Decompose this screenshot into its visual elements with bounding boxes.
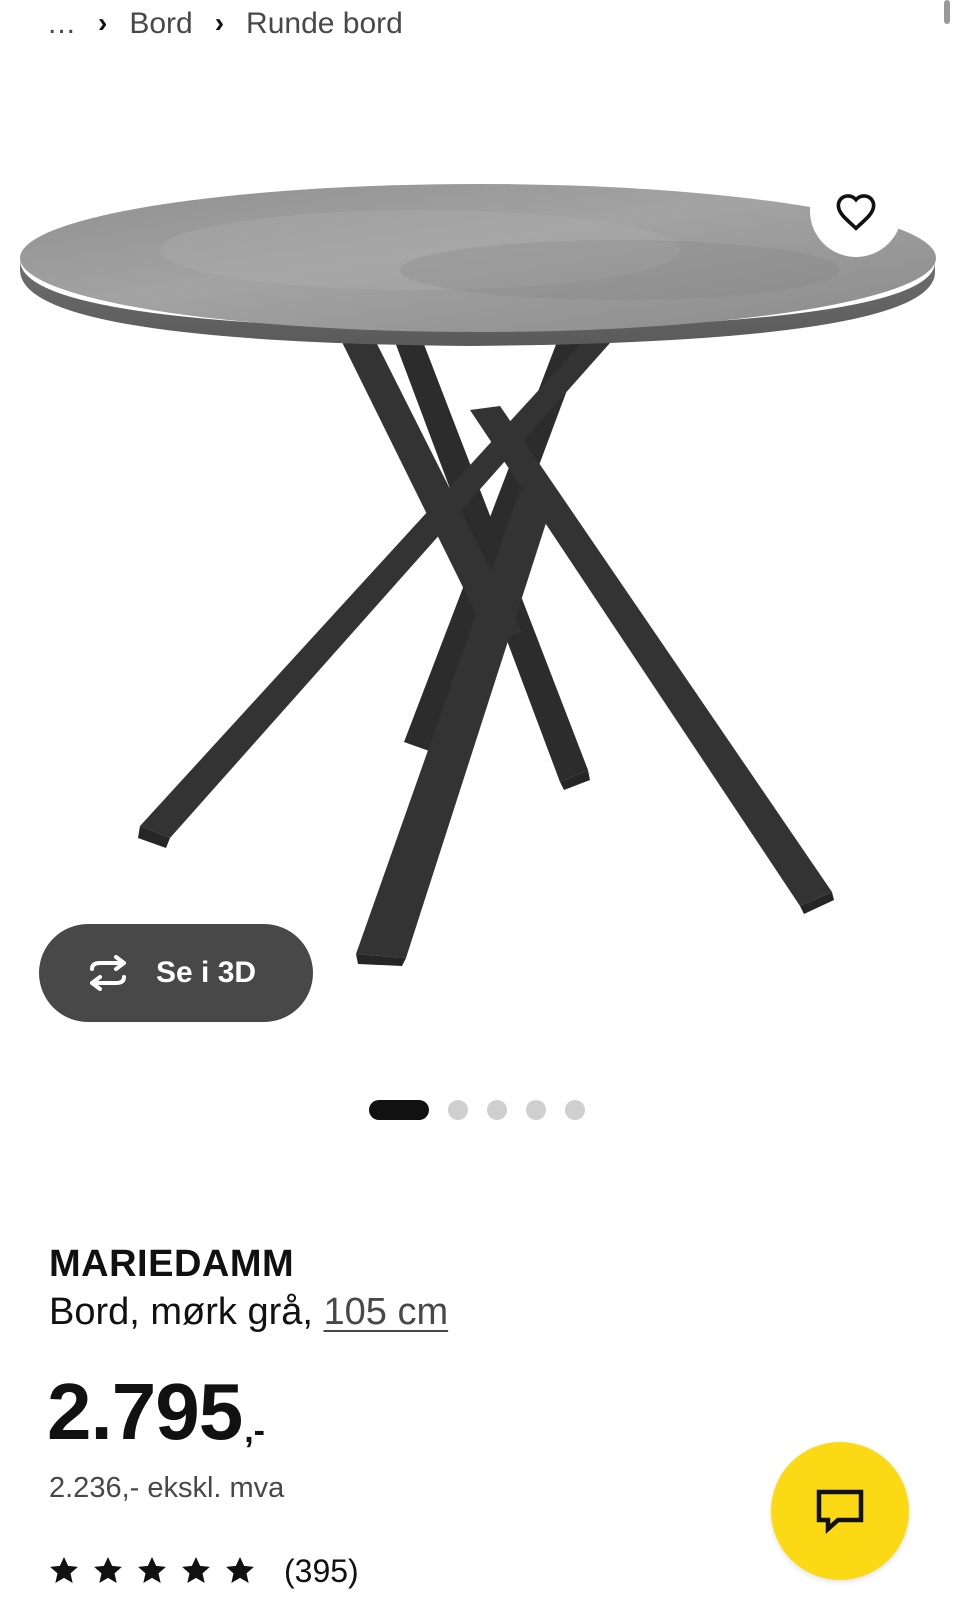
- star-icon: [226, 1557, 254, 1583]
- product-description: Bord, mørk grå, 105 cm: [49, 1291, 448, 1334]
- product-name: MARIEDAMM: [49, 1243, 295, 1285]
- product-price: 2.795 ,-: [47, 1372, 265, 1452]
- rotate-arrows-icon: [82, 953, 134, 993]
- carousel-dot[interactable]: [448, 1100, 468, 1120]
- view-in-3d-button[interactable]: Se i 3D: [39, 924, 313, 1022]
- chevron-right-icon: ›: [214, 7, 225, 38]
- star-icon: [50, 1557, 78, 1583]
- breadcrumb-item-runde-bord[interactable]: Runde bord: [246, 7, 403, 41]
- product-size-link[interactable]: 105 cm: [324, 1291, 449, 1333]
- price-suffix: ,-: [244, 1412, 265, 1450]
- chevron-right-icon: ›: [98, 7, 108, 38]
- carousel-dot[interactable]: [565, 1100, 585, 1120]
- view-in-3d-label: Se i 3D: [156, 956, 257, 989]
- scrollbar[interactable]: [944, 0, 950, 24]
- price-excl-vat: 2.236,- ekskl. mva: [49, 1472, 285, 1504]
- carousel-dot-active[interactable]: [369, 1100, 429, 1120]
- product-page: ... › Bord › Runde bord Se i 3D MARIEDAM…: [0, 0, 956, 1600]
- carousel-pagination: [369, 1099, 604, 1121]
- price-integer: 2.795: [47, 1367, 243, 1456]
- chat-button[interactable]: [771, 1442, 909, 1580]
- product-rating[interactable]: (395): [48, 1551, 359, 1591]
- rating-count: (395): [284, 1552, 359, 1589]
- chat-bubble-icon: [816, 1489, 864, 1535]
- star-icon: [138, 1557, 166, 1583]
- favourite-button[interactable]: [810, 165, 902, 257]
- breadcrumb: ... › Bord › Runde bord: [48, 4, 403, 44]
- breadcrumb-item-bord[interactable]: Bord: [129, 7, 192, 41]
- carousel-dot[interactable]: [487, 1100, 507, 1120]
- product-type-color: Bord, mørk grå,: [49, 1291, 313, 1333]
- carousel-dot[interactable]: [526, 1100, 546, 1120]
- heart-outline-icon: [836, 194, 876, 231]
- star-icon: [94, 1557, 122, 1583]
- star-icon: [182, 1557, 210, 1583]
- product-image: [20, 184, 936, 966]
- breadcrumb-ellipsis[interactable]: ...: [48, 7, 76, 41]
- product-image-carousel[interactable]: Se i 3D: [0, 120, 956, 1040]
